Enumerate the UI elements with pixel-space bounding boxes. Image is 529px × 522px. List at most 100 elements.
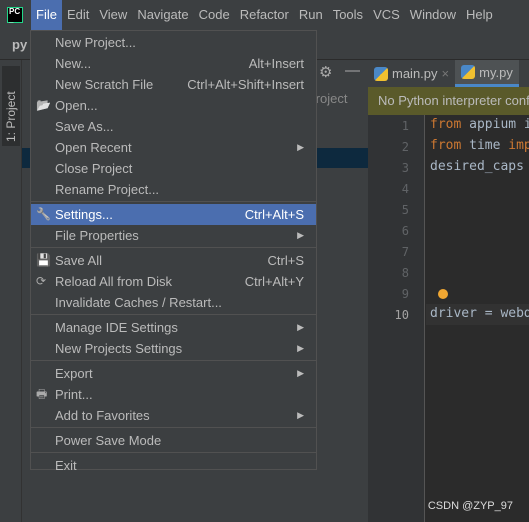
line-number: 9 — [401, 287, 409, 301]
python-file-icon — [374, 66, 388, 81]
menu-item-exit[interactable]: Exit — [31, 455, 316, 476]
minimize-icon[interactable]: — — [345, 62, 360, 79]
menu-item-new-projects-settings[interactable]: New Projects Settings ▶ — [31, 338, 316, 359]
menu-item-label: Rename Project... — [55, 182, 160, 197]
menu-item-open-recent[interactable]: Open Recent ▶ — [31, 137, 316, 158]
tab-label: my.py — [479, 64, 513, 80]
menu-file[interactable]: File — [31, 0, 62, 30]
editor-tabs: main.py × my.py — [368, 60, 529, 87]
menu-item-settings[interactable]: 🔧 Settings... Ctrl+Alt+S — [31, 204, 316, 225]
pycharm-logo: PC _ — [7, 7, 23, 24]
menu-item-reload-all-from-disk[interactable]: ⟳ Reload All from Disk Ctrl+Alt+Y — [31, 271, 316, 292]
project-name: py — [12, 37, 28, 52]
menu-item-print[interactable]: 🖶 Print... — [31, 384, 316, 405]
menu-item-label: Save All — [55, 253, 102, 268]
menu-item-label: Invalidate Caches / Restart... — [55, 295, 222, 310]
code-text: driver = webd — [430, 306, 529, 321]
submenu-arrow-icon: ▶ — [297, 368, 304, 378]
code-text: time — [461, 138, 509, 153]
menu-tools[interactable]: Tools — [328, 0, 368, 30]
menu-item-manage-ide-settings[interactable]: Manage IDE Settings ▶ — [31, 317, 316, 338]
menu-item-invalidate-caches-restart[interactable]: Invalidate Caches / Restart... — [31, 292, 316, 313]
menu-item-new-project[interactable]: New Project... — [31, 32, 316, 53]
menu-item-label: Reload All from Disk — [55, 274, 173, 289]
menu-view[interactable]: View — [94, 0, 132, 30]
menu-item-new[interactable]: New... Alt+Insert — [31, 53, 316, 74]
line-number: 4 — [401, 182, 409, 196]
menu-item-label: New Scratch File — [55, 77, 154, 92]
menu-item-new-scratch-file[interactable]: New Scratch File Ctrl+Alt+Shift+Insert — [31, 74, 316, 95]
menu-item-power-save-mode[interactable]: Power Save Mode — [31, 430, 316, 451]
python-file-icon — [461, 65, 476, 79]
menu-item-save-all[interactable]: 💾 Save All Ctrl+S — [31, 250, 316, 271]
menu-item-label: File Properties — [55, 228, 139, 243]
menu-item-label: New Projects Settings — [55, 341, 183, 356]
menu-item-save-as[interactable]: Save As... — [31, 116, 316, 137]
folder-open-icon: 📂 — [36, 98, 51, 112]
menu-item-label: Open Recent — [55, 140, 132, 155]
menu-vcs[interactable]: VCS — [368, 0, 405, 30]
menu-item-shortcut: Ctrl+Alt+S — [244, 207, 304, 222]
menu-item-label: Add to Favorites — [55, 408, 150, 423]
keyword: from — [430, 138, 462, 153]
line-number: 1 — [401, 119, 409, 133]
submenu-arrow-icon: ▶ — [297, 410, 304, 420]
menu-item-label: Print... — [55, 387, 93, 402]
line-number: 10 — [394, 308, 409, 322]
menu-item-label: Settings... — [55, 207, 113, 222]
menu-refactor[interactable]: Refactor — [235, 0, 294, 30]
code-line[interactable]: driver = webd — [430, 306, 529, 321]
menu-item-label: Save As... — [55, 119, 114, 134]
menu-navigate[interactable]: Navigate — [132, 0, 193, 30]
gear-icon[interactable]: ⚙ — [319, 63, 332, 81]
tab-label: main.py — [392, 66, 438, 81]
menu-item-file-properties[interactable]: File Properties ▶ — [31, 225, 316, 246]
reload-icon: ⟳ — [36, 274, 47, 288]
keyword: imp — [508, 138, 529, 153]
menu-item-rename-project[interactable]: Rename Project... — [31, 179, 316, 200]
menu-item-add-to-favorites[interactable]: Add to Favorites ▶ — [31, 405, 316, 426]
menu-item-label: Power Save Mode — [55, 433, 162, 448]
menu-window[interactable]: Window — [405, 0, 461, 30]
menu-item-export[interactable]: Export ▶ — [31, 363, 316, 384]
line-number: 8 — [401, 266, 409, 280]
submenu-arrow-icon: ▶ — [297, 230, 304, 240]
menu-item-close-project[interactable]: Close Project — [31, 158, 316, 179]
save-icon: 💾 — [36, 253, 51, 267]
menu-item-label: Manage IDE Settings — [55, 320, 178, 335]
keyword: from — [430, 117, 462, 132]
line-number: 7 — [401, 245, 409, 259]
code-line[interactable]: desired_caps — [430, 159, 524, 174]
menu-item-label: Export — [55, 366, 93, 381]
code-line[interactable]: from time imp — [430, 138, 529, 153]
line-number: 5 — [401, 203, 409, 217]
code-line[interactable]: from appium i — [430, 117, 529, 132]
wrench-icon: 🔧 — [36, 207, 51, 221]
submenu-arrow-icon: ▶ — [297, 142, 304, 152]
project-tool-tab[interactable]: 1: Project — [2, 66, 20, 146]
close-icon[interactable]: × — [442, 66, 450, 81]
interpreter-banner[interactable]: No Python interpreter configured — [368, 87, 529, 115]
watermark: CSDN @ZYP_97 — [427, 500, 513, 512]
lightbulb-icon[interactable] — [438, 289, 448, 299]
menu-item-shortcut: Alt+Insert — [248, 56, 304, 71]
menu-item-shortcut: Ctrl+Alt+Shift+Insert — [187, 77, 304, 92]
menu-item-label: Open... — [55, 98, 98, 113]
menu-item-shortcut: Ctrl+Alt+Y — [244, 274, 304, 289]
tab-my-py[interactable]: my.py — [455, 60, 519, 87]
menu-help[interactable]: Help — [461, 0, 498, 30]
line-number: 2 — [401, 140, 409, 154]
menu-item-label: Exit — [55, 458, 77, 473]
line-number: 3 — [401, 161, 409, 175]
code-text: desired_caps — [430, 159, 524, 174]
code-text: appium i — [461, 117, 529, 132]
menu-item-shortcut: Ctrl+S — [267, 253, 304, 268]
tab-main-py[interactable]: main.py × — [368, 60, 455, 87]
menubar: PC _ File Edit View Navigate Code Refactor Run T… — [0, 0, 529, 30]
menu-code[interactable]: Code — [194, 0, 235, 30]
file-menu: New Project... New... Alt+Insert New Scratc… — [30, 30, 317, 473]
menu-item-open[interactable]: 📂 Open... — [31, 95, 316, 116]
menu-edit[interactable]: Edit — [62, 0, 94, 30]
left-tool-strip: 1: Project — [0, 60, 22, 522]
menu-run[interactable]: Run — [294, 0, 328, 30]
